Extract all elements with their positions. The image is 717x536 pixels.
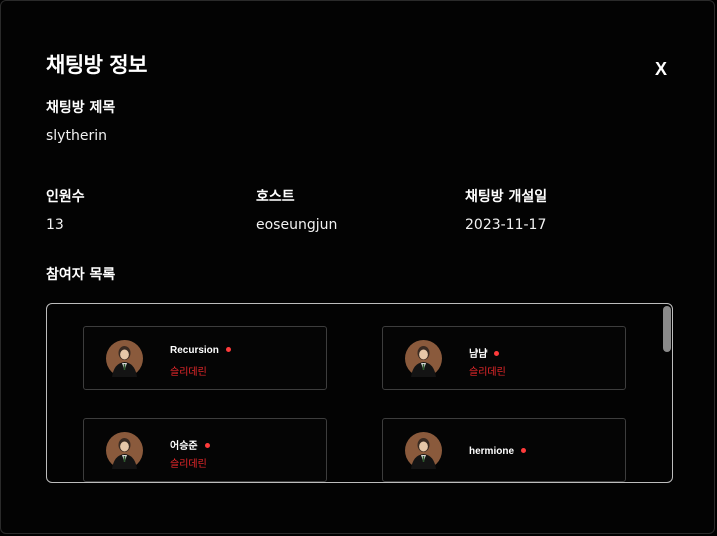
created-date-value: 2023-11-17 bbox=[465, 217, 547, 233]
created-date-label: 채팅방 개설일 bbox=[465, 189, 548, 205]
participant-name-text: hermione bbox=[469, 446, 515, 457]
chat-room-info-modal: 채팅방 정보 X 채팅방 제목 slytherin 인원수 13 호스트 eos… bbox=[0, 0, 715, 534]
participants-list[interactable]: Recursion 슬리데린 냠냠 슬리데린 어승준 슬리데린 hermione bbox=[46, 303, 673, 483]
avatar-icon bbox=[106, 432, 143, 469]
participant-name-text: 어승준 bbox=[170, 441, 198, 452]
host-label: 호스트 bbox=[256, 189, 295, 205]
room-title-value: slytherin bbox=[46, 128, 107, 144]
participant-name: Recursion bbox=[170, 345, 231, 356]
participant-house: 슬리데린 bbox=[170, 459, 207, 470]
participant-name-text: Recursion bbox=[170, 345, 219, 356]
participant-name: 어승준 bbox=[170, 437, 210, 452]
online-status-dot bbox=[521, 447, 527, 453]
participant-name: 냠냠 bbox=[469, 345, 500, 360]
online-status-dot bbox=[225, 346, 231, 352]
participants-label: 참여자 목록 bbox=[46, 267, 116, 283]
participant-name: hermione bbox=[469, 446, 527, 457]
close-button[interactable]: X bbox=[651, 57, 671, 81]
avatar-icon bbox=[106, 340, 143, 377]
members-value: 13 bbox=[46, 217, 64, 233]
online-status-dot bbox=[204, 442, 210, 448]
room-title-label: 채팅방 제목 bbox=[46, 100, 116, 116]
participants-scrollbar[interactable] bbox=[662, 304, 672, 482]
modal-title: 채팅방 정보 bbox=[46, 53, 147, 77]
participant-card[interactable]: Recursion 슬리데린 bbox=[83, 326, 327, 390]
avatar-icon bbox=[405, 432, 442, 469]
scrollbar-thumb[interactable] bbox=[663, 306, 671, 352]
host-value: eoseungjun bbox=[256, 217, 338, 233]
online-status-dot bbox=[494, 350, 500, 356]
participant-house: 슬리데린 bbox=[469, 367, 506, 378]
participant-card[interactable]: hermione bbox=[382, 418, 626, 482]
participant-card[interactable]: 어승준 슬리데린 bbox=[83, 418, 327, 482]
avatar-icon bbox=[405, 340, 442, 377]
participant-card[interactable]: 냠냠 슬리데린 bbox=[382, 326, 626, 390]
participant-name-text: 냠냠 bbox=[469, 349, 488, 360]
members-label: 인원수 bbox=[46, 189, 85, 205]
participant-house: 슬리데린 bbox=[170, 367, 207, 378]
